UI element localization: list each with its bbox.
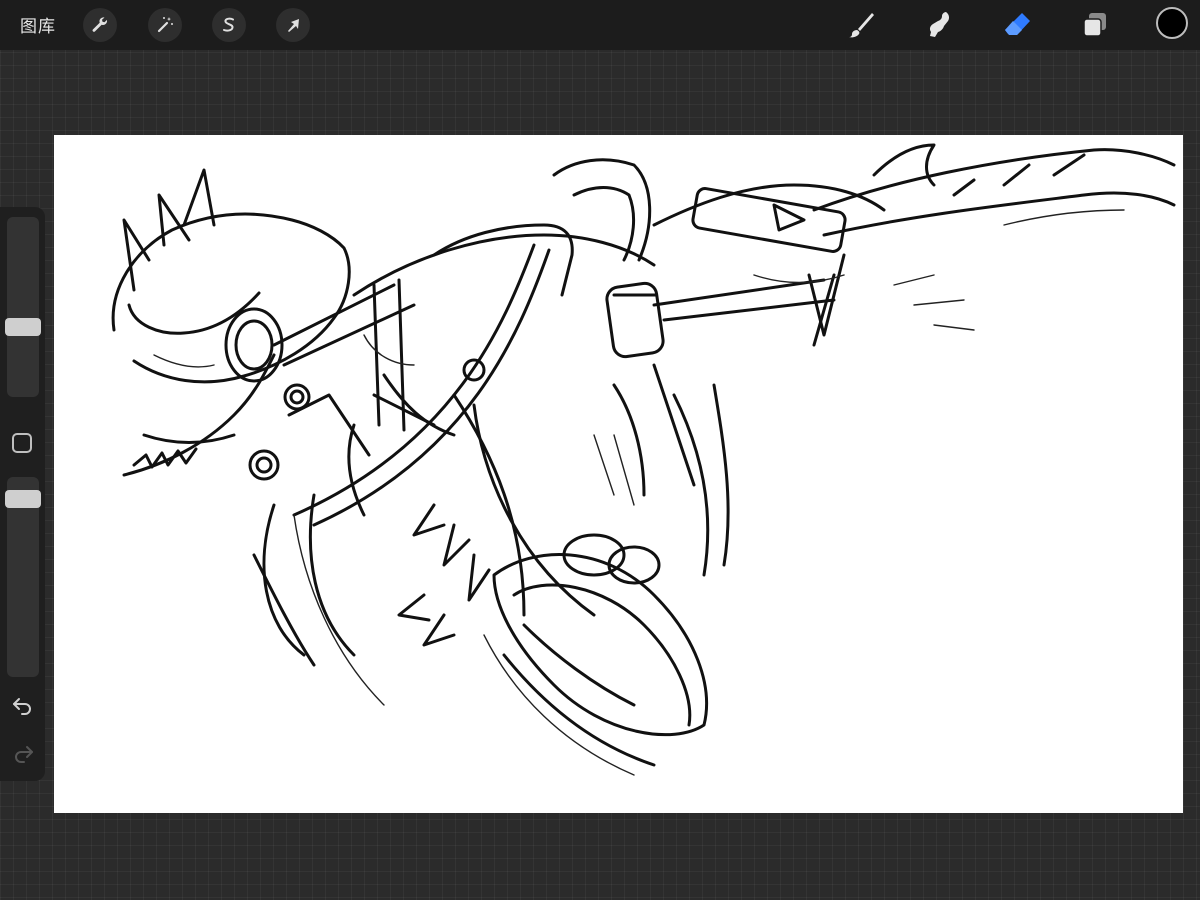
eraser-icon [1005,13,1030,35]
selection-button[interactable] [212,8,246,42]
modify-button[interactable] [12,433,32,453]
brush-size-handle[interactable] [5,318,41,336]
selection-s-icon [223,17,234,32]
brush-icon [849,13,874,38]
brush-button[interactable] [843,7,879,43]
layers-button[interactable] [1077,7,1113,43]
gallery-button[interactable]: 图库 [20,12,56,37]
sketch-artwork [111,143,1176,776]
color-swatch-button[interactable] [1156,7,1188,39]
magic-wand-icon [157,17,173,33]
undo-icon[interactable] [11,693,35,717]
eraser-button[interactable] [999,7,1035,43]
top-toolbar: 图库 [0,0,1200,50]
smudge-button[interactable] [921,7,957,43]
redo-icon[interactable] [11,741,35,765]
left-sidebar [0,207,45,781]
smudge-icon [929,12,950,37]
adjustments-button[interactable] [148,8,182,42]
transform-button[interactable] [276,8,310,42]
brush-size-slider[interactable] [7,217,39,397]
actions-button[interactable] [83,8,117,42]
drawing-canvas[interactable] [54,135,1183,813]
wrench-icon [92,17,108,32]
opacity-handle[interactable] [5,490,41,508]
arrow-cursor-icon [288,19,299,32]
layers-icon [1083,13,1106,37]
